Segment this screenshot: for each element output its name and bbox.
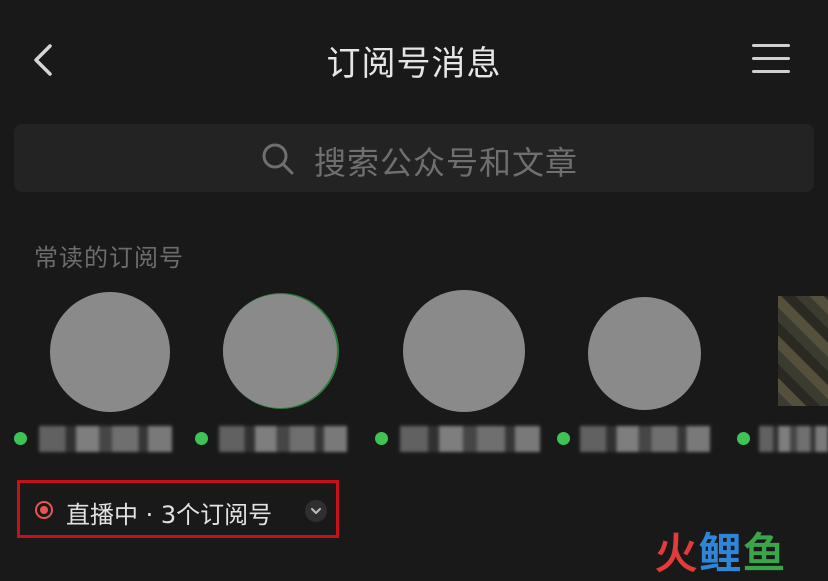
account-name-obscured: [759, 426, 828, 452]
account-name-row[interactable]: [195, 424, 355, 454]
account-name-row[interactable]: [375, 424, 545, 454]
search-icon: [262, 143, 294, 175]
live-now-label: 直播中 · 3个订阅号: [66, 501, 273, 529]
chevron-down-icon[interactable]: [305, 500, 327, 522]
hamburger-menu-icon[interactable]: [752, 42, 792, 76]
account-name-row[interactable]: [557, 424, 717, 454]
search-placeholder: 搜索公众号和文章: [314, 144, 579, 182]
online-status-dot: [14, 432, 27, 445]
top-navigation-bar: 订阅号消息: [0, 0, 828, 120]
account-avatar[interactable]: [50, 292, 170, 412]
frequent-accounts-title: 常读的订阅号: [34, 244, 184, 272]
live-record-icon: [35, 501, 53, 519]
page-title: 订阅号消息: [326, 44, 502, 84]
online-status-dot: [375, 432, 388, 445]
watermark-logo: 火鲤鱼: [655, 529, 788, 578]
account-name-obscured: [580, 426, 710, 452]
account-avatar[interactable]: [778, 296, 828, 406]
account-avatar[interactable]: [403, 290, 525, 412]
account-avatar[interactable]: [223, 294, 337, 408]
live-now-button[interactable]: 直播中 · 3个订阅号: [17, 480, 339, 538]
account-avatar[interactable]: [588, 297, 701, 410]
account-name-obscured: [400, 426, 540, 452]
online-status-dot: [737, 432, 750, 445]
account-name-obscured: [219, 426, 347, 452]
account-name-obscured: [39, 426, 172, 452]
online-status-dot: [195, 432, 208, 445]
account-name-row[interactable]: [14, 424, 174, 454]
account-name-row[interactable]: [737, 424, 828, 454]
search-bar[interactable]: 搜索公众号和文章: [14, 124, 814, 192]
online-status-dot: [557, 432, 570, 445]
